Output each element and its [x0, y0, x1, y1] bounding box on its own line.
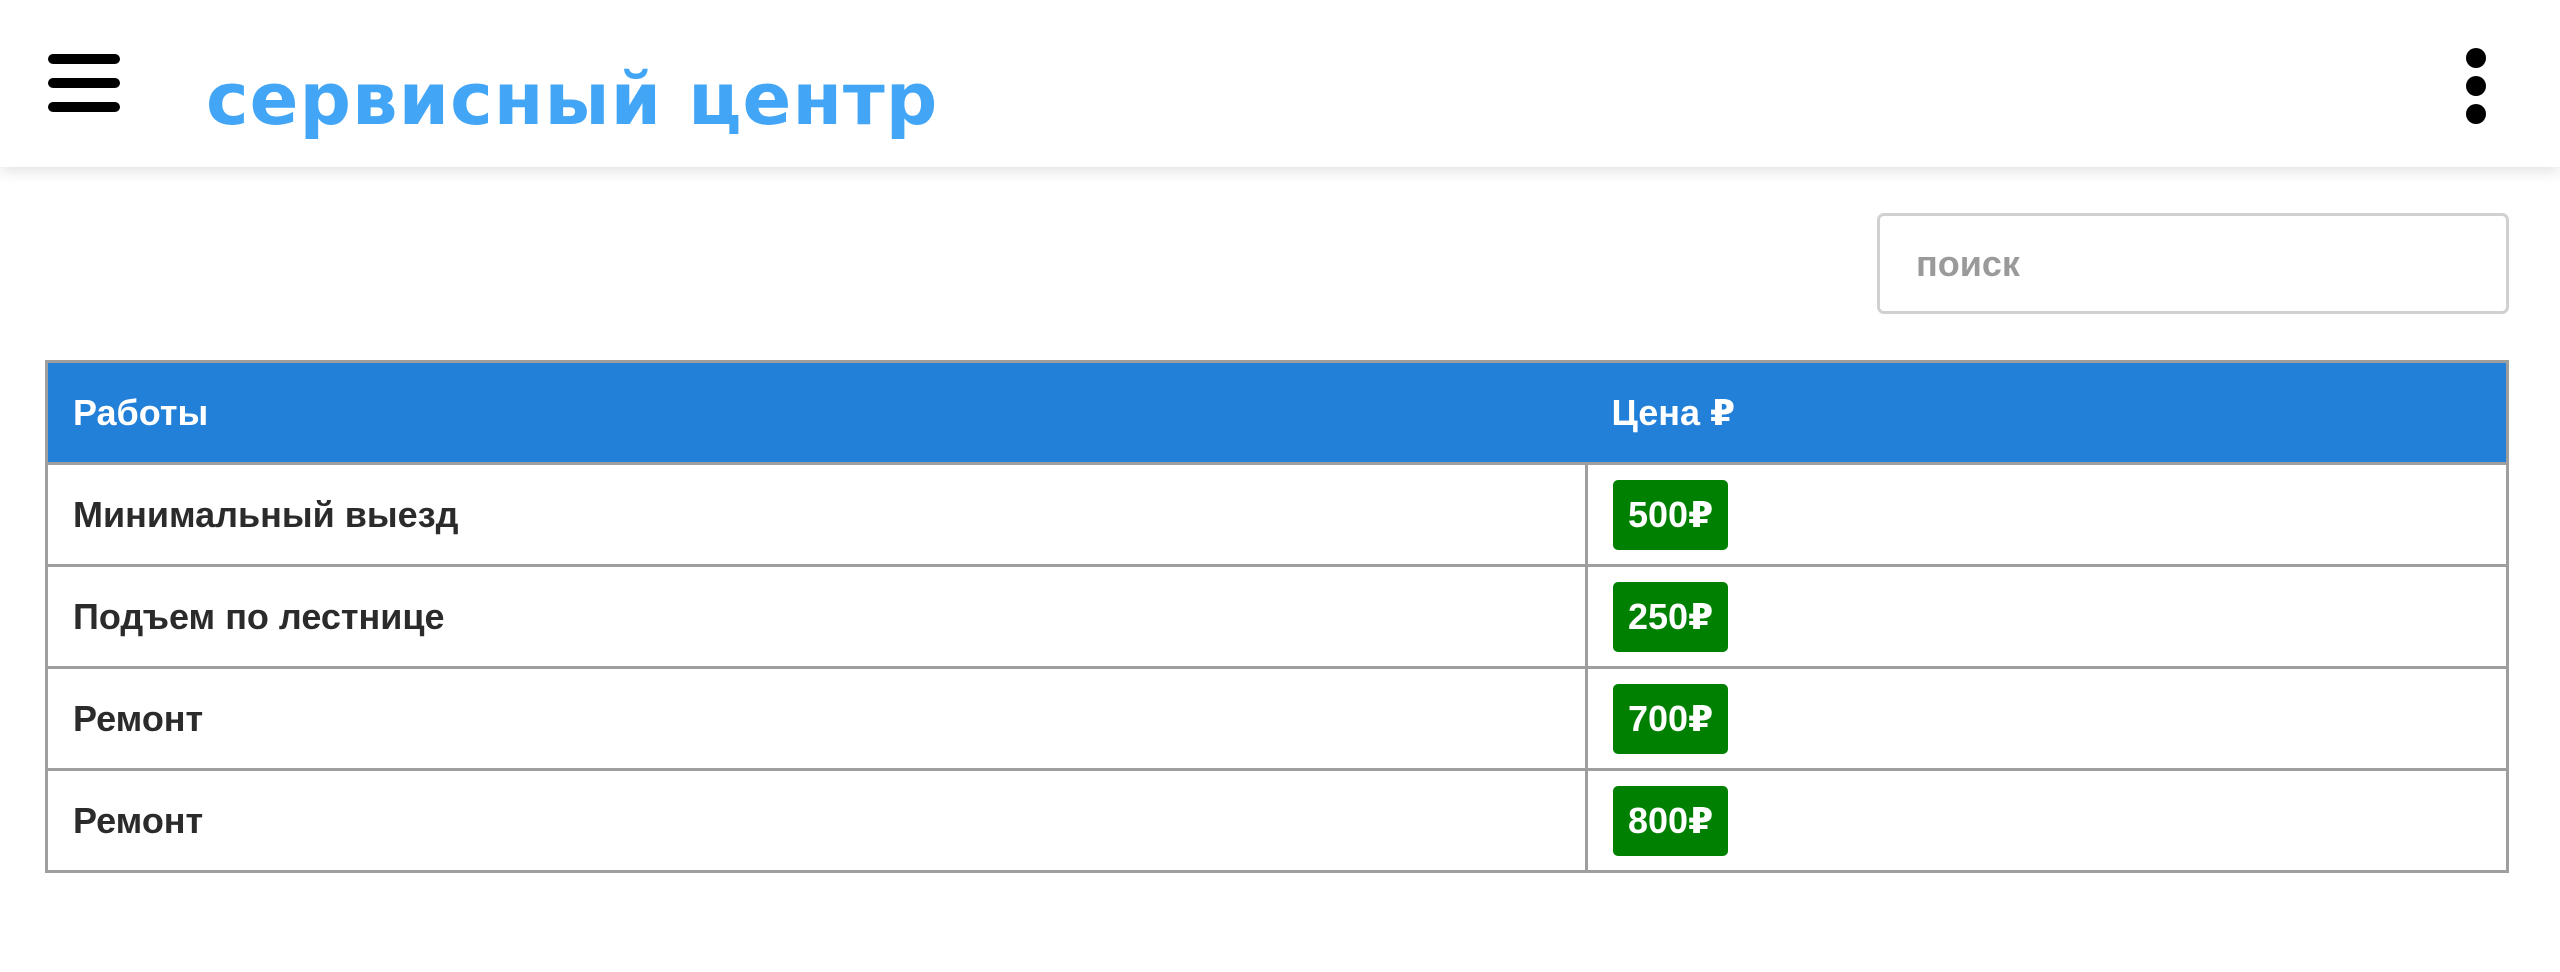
work-cell: Ремонт [45, 768, 1588, 873]
work-cell: Подъем по лестнице [45, 564, 1588, 669]
table-header-row: Работы Цена ₽ [46, 360, 2508, 465]
work-cell: Ремонт [45, 666, 1588, 771]
price-cell: 250₽ [1585, 564, 2509, 669]
price-table: Работы Цена ₽ Минимальный выезд 500₽ Под… [45, 360, 2509, 873]
hamburger-menu-icon[interactable] [40, 40, 126, 126]
price-badge: 700₽ [1613, 683, 1729, 754]
price-badge: 500₽ [1613, 479, 1729, 550]
price-cell: 700₽ [1585, 666, 2509, 771]
table-row: Ремонт 700₽ [45, 666, 2509, 771]
menu-bar [48, 78, 120, 88]
app-title: сервисный центр [206, 57, 939, 141]
price-badge: 800₽ [1613, 785, 1729, 856]
table-row: Минимальный выезд 500₽ [45, 462, 2509, 567]
column-header-work: Работы [46, 360, 1587, 465]
search-input[interactable] [1877, 213, 2509, 314]
table-row: Ремонт 800₽ [45, 768, 2509, 873]
dot [2466, 76, 2486, 96]
price-cell: 500₽ [1585, 462, 2509, 567]
work-cell: Минимальный выезд [45, 462, 1588, 567]
price-badge: 250₽ [1613, 581, 1729, 652]
menu-bar [48, 102, 120, 112]
dot [2466, 104, 2486, 124]
app-header: сервисный центр [0, 0, 2560, 167]
menu-bar [48, 54, 120, 64]
table-row: Подъем по лестнице 250₽ [45, 564, 2509, 669]
column-header-price: Цена ₽ [1586, 360, 2508, 465]
vertical-dots-icon[interactable] [2448, 40, 2504, 130]
price-cell: 800₽ [1585, 768, 2509, 873]
dot [2466, 48, 2486, 68]
